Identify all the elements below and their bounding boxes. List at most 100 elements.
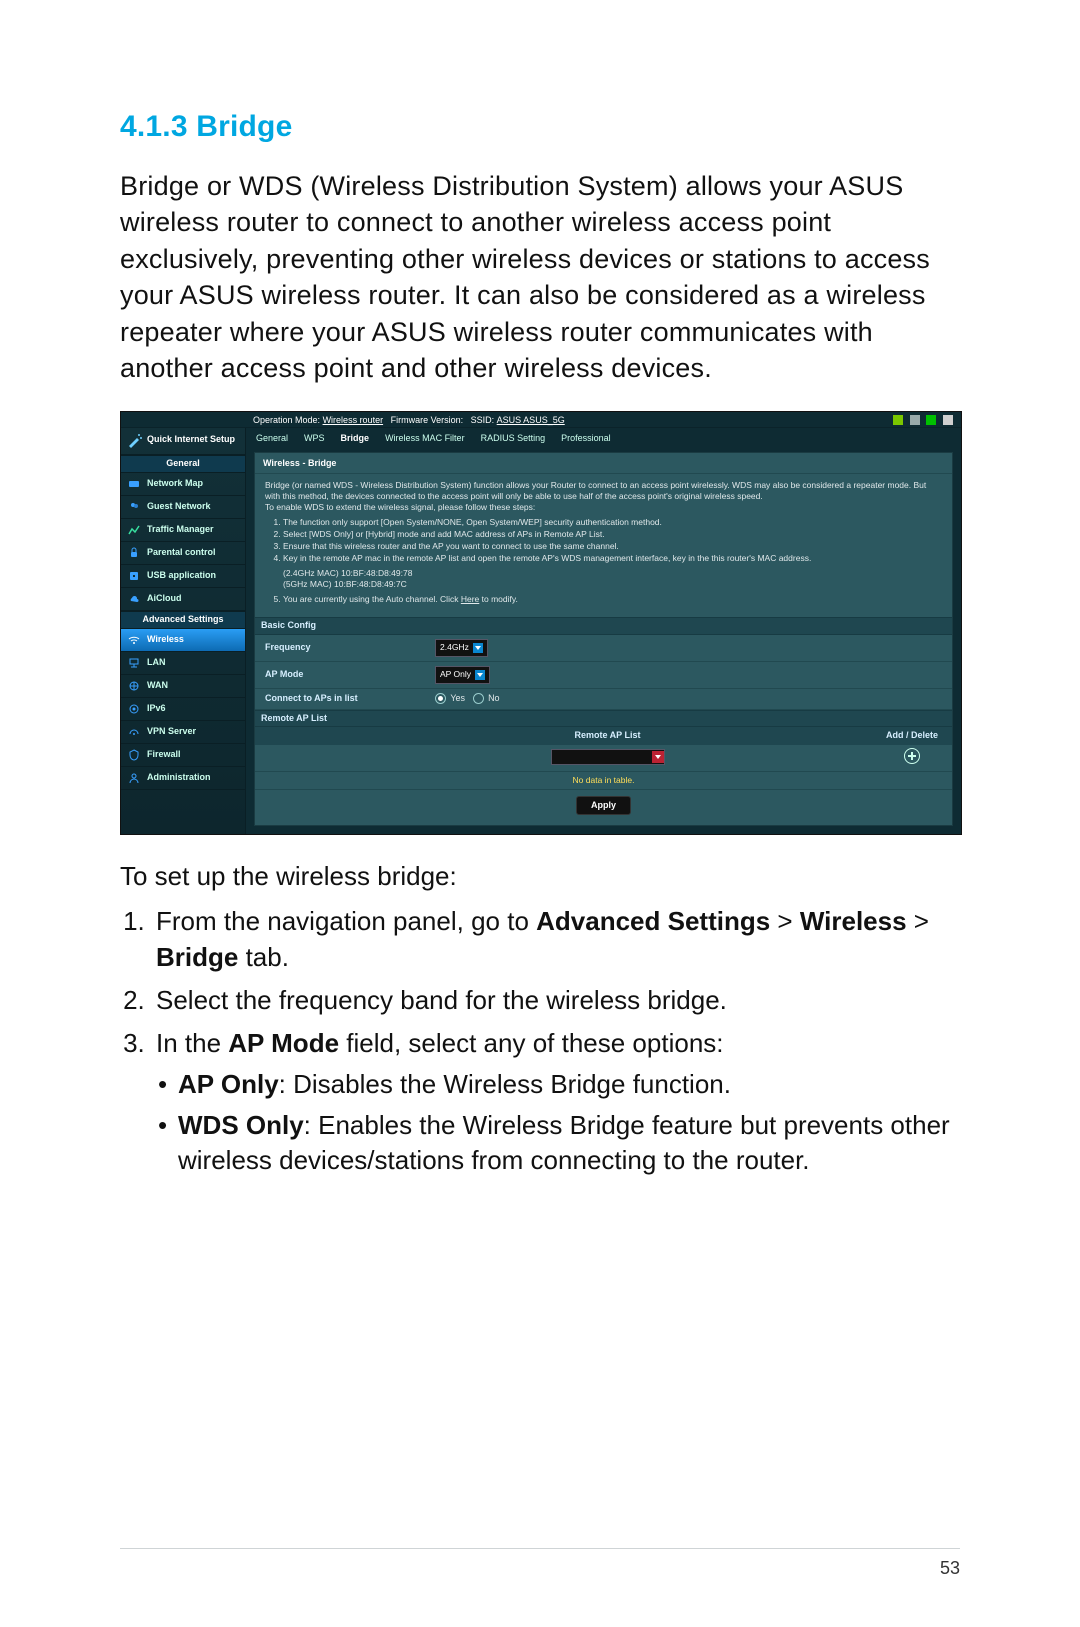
- panel-description: Bridge (or named WDS - Wireless Distribu…: [255, 474, 952, 617]
- step-1-text: From the navigation panel, go to: [156, 906, 536, 936]
- sidebar-item-guest-network[interactable]: Guest Network: [121, 496, 245, 519]
- sidebar-item-label: LAN: [147, 657, 166, 669]
- chevron-down-icon: [652, 751, 664, 763]
- apply-button[interactable]: Apply: [576, 796, 631, 816]
- sidebar-item-label: AiCloud: [147, 593, 182, 605]
- chevron-down-icon: [473, 643, 483, 653]
- sidebar-item-parental-control[interactable]: Parental control: [121, 542, 245, 565]
- frequency-label: Frequency: [265, 642, 435, 654]
- instructions-lead: To set up the wireless bridge:: [120, 859, 960, 894]
- guest-network-icon: [127, 500, 141, 514]
- sidebar-item-label: USB application: [147, 570, 216, 582]
- sidebar-item-label: Network Map: [147, 478, 203, 490]
- fw-label: Firmware Version:: [391, 415, 464, 427]
- signal-icon: [910, 415, 920, 425]
- radio-no-label: No: [488, 693, 500, 703]
- apmode-select[interactable]: AP Only: [435, 666, 490, 684]
- tab-radius-setting[interactable]: RADIUS Setting: [479, 432, 548, 446]
- sidebar-item-firewall[interactable]: Firewall: [121, 744, 245, 767]
- sidebar-item-usb-application[interactable]: USB application: [121, 565, 245, 588]
- bullet-ap-only-bold: AP Only: [178, 1069, 279, 1099]
- radio-yes-label: Yes: [450, 693, 465, 703]
- router-status-bar: Operation Mode: Wireless router Firmware…: [121, 412, 961, 429]
- note5-before: You are currently using the Auto channel…: [283, 594, 461, 604]
- section-heading: 4.1.3 Bridge: [120, 110, 960, 144]
- wan-icon: [127, 679, 141, 693]
- wireless-bridge-panel: Wireless - Bridge Bridge (or named WDS -…: [254, 452, 953, 826]
- no-data-label: No data in table.: [255, 772, 952, 790]
- row-connect-aps: Connect to APs in list Yes No: [255, 689, 952, 710]
- tab-professional[interactable]: Professional: [559, 432, 613, 446]
- sidebar-item-traffic-manager[interactable]: Traffic Manager: [121, 519, 245, 542]
- administration-icon: [127, 771, 141, 785]
- sidebar-item-aicloud[interactable]: AiCloud: [121, 588, 245, 611]
- lan-icon: [127, 656, 141, 670]
- sidebar-item-wan[interactable]: WAN: [121, 675, 245, 698]
- op-mode-link[interactable]: Wireless router: [323, 415, 384, 427]
- footer-rule: [120, 1548, 960, 1549]
- qis-label: Quick Internet Setup: [147, 435, 235, 445]
- frequency-select[interactable]: 2.4GHz: [435, 639, 488, 657]
- panel-step: Ensure that this wireless router and the…: [283, 541, 942, 552]
- col-add-delete: Add / Delete: [872, 727, 952, 745]
- step-3-bold: AP Mode: [228, 1028, 339, 1058]
- sidebar-item-label: WAN: [147, 680, 168, 692]
- tab-wireless-mac-filter[interactable]: Wireless MAC Filter: [383, 432, 467, 446]
- sidebar-section-general: General: [121, 455, 245, 473]
- sidebar-item-label: Traffic Manager: [147, 524, 214, 536]
- mac-24: (2.4GHz MAC) 10:BF:48:D8:49:78: [283, 568, 942, 579]
- sidebar-item-label: Guest Network: [147, 501, 211, 513]
- network-map-icon: [127, 477, 141, 491]
- traffic-manager-icon: [127, 523, 141, 537]
- quick-internet-setup[interactable]: Quick Internet Setup: [121, 428, 245, 455]
- radio-no[interactable]: [473, 693, 484, 704]
- router-screenshot: Operation Mode: Wireless router Firmware…: [120, 411, 962, 836]
- router-sidebar: Quick Internet Setup General Network Map…: [121, 428, 246, 834]
- step-1-sep1: >: [770, 906, 800, 936]
- user-icon: [893, 415, 903, 425]
- panel-step-auto-channel: You are currently using the Auto channel…: [283, 594, 942, 605]
- sidebar-item-vpn-server[interactable]: VPN Server: [121, 721, 245, 744]
- sidebar-item-network-map[interactable]: Network Map: [121, 473, 245, 496]
- step-1-end: tab.: [238, 942, 289, 972]
- chevron-down-icon: [475, 670, 485, 680]
- bullet-wds-only-bold: WDS Only: [178, 1110, 304, 1140]
- magic-wand-icon: [127, 432, 143, 448]
- router-content: General WPS Bridge Wireless MAC Filter R…: [246, 428, 961, 834]
- remote-ap-dropdown[interactable]: [551, 749, 665, 765]
- bullet-wds-only: WDS Only: Enables the Wireless Bridge fe…: [156, 1108, 960, 1178]
- wireless-icon: [127, 633, 141, 647]
- panel-title: Wireless - Bridge: [255, 453, 952, 474]
- sidebar-item-wireless[interactable]: Wireless: [121, 629, 245, 652]
- bullet-ap-only-text: : Disables the Wireless Bridge function.: [279, 1069, 731, 1099]
- sidebar-item-label: Administration: [147, 772, 211, 784]
- remote-ap-table: Remote AP List Add / Delete: [255, 727, 952, 825]
- step-3-text-c: field, select any of these options:: [339, 1028, 723, 1058]
- tab-bridge[interactable]: Bridge: [339, 432, 372, 446]
- panel-step: Key in the remote AP mac in the remote A…: [283, 553, 942, 564]
- note5-link[interactable]: Here: [461, 594, 479, 604]
- sidebar-item-administration[interactable]: Administration: [121, 767, 245, 790]
- step-3-text-a: In the: [156, 1028, 228, 1058]
- add-button[interactable]: [904, 748, 920, 764]
- bullet-ap-only: AP Only: Disables the Wireless Bridge fu…: [156, 1067, 960, 1102]
- sidebar-item-ipv6[interactable]: IPv6: [121, 698, 245, 721]
- col-remote-ap-list: Remote AP List: [343, 727, 872, 745]
- step-3: In the AP Mode field, select any of thes…: [152, 1026, 960, 1178]
- radio-yes[interactable]: [435, 693, 446, 704]
- step-2: Select the frequency band for the wirele…: [152, 983, 960, 1018]
- tab-general[interactable]: General: [254, 432, 290, 446]
- panel-step: The function only support [Open System/N…: [283, 517, 942, 528]
- ssid-link[interactable]: ASUS ASUS_5G: [497, 415, 565, 427]
- sidebar-item-label: Firewall: [147, 749, 181, 761]
- sidebar-item-lan[interactable]: LAN: [121, 652, 245, 675]
- step-1-bold-2: Wireless: [800, 906, 907, 936]
- panel-step: Select [WDS Only] or [Hybrid] mode and a…: [283, 529, 942, 540]
- usb-application-icon: [127, 569, 141, 583]
- frequency-value: 2.4GHz: [440, 642, 469, 653]
- apmode-value: AP Only: [440, 669, 471, 680]
- tab-wps[interactable]: WPS: [302, 432, 327, 446]
- router-tabs: General WPS Bridge Wireless MAC Filter R…: [246, 428, 961, 448]
- step-1-bold-3: Bridge: [156, 942, 238, 972]
- status-icons: [889, 415, 953, 427]
